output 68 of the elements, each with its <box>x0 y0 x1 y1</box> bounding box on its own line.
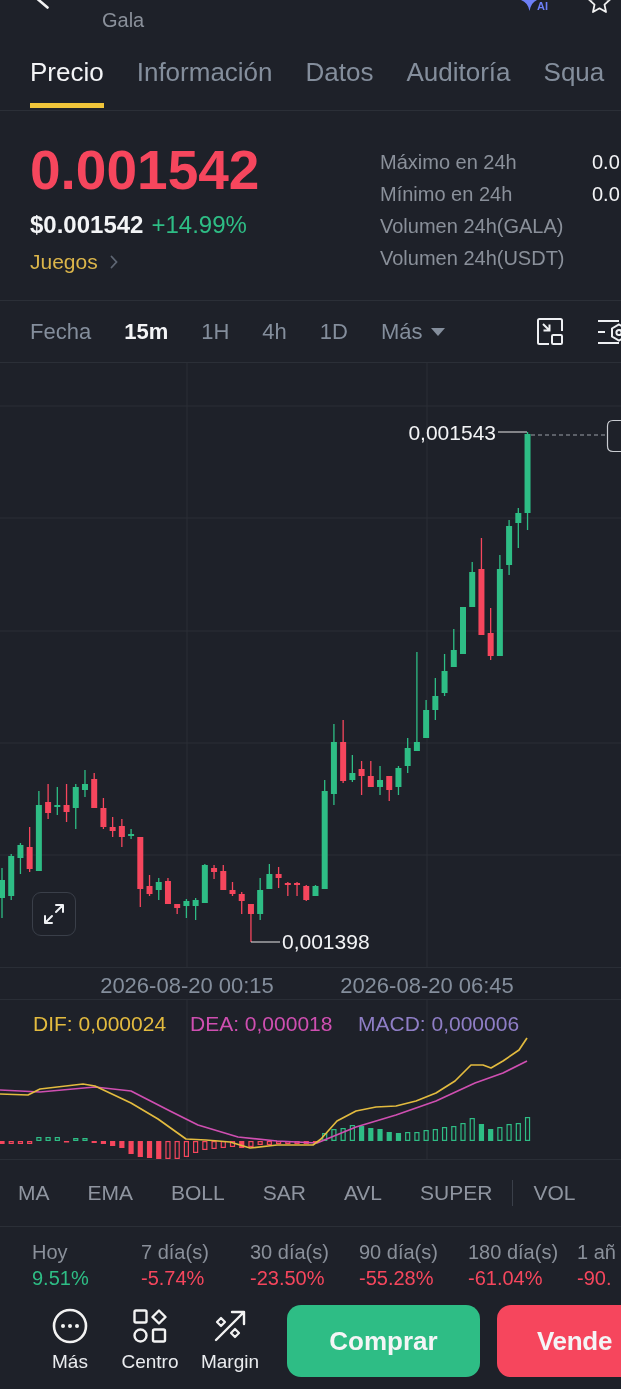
stat-value: 0.0 <box>592 150 620 174</box>
sparkle-icon <box>521 0 537 11</box>
period-change: -5.74% <box>141 1266 205 1290</box>
high-price-label: 0,001543 <box>408 421 496 444</box>
settings-icon[interactable] <box>597 318 621 345</box>
tab[interactable]: Squa <box>543 50 605 108</box>
period-label: 90 día(s) <box>359 1240 438 1264</box>
indicator-tab[interactable]: SAR <box>262 1180 306 1206</box>
interval-tab[interactable]: 4h <box>262 317 287 346</box>
tab[interactable]: Información <box>136 50 273 108</box>
interval-tab[interactable]: 1H <box>201 317 230 346</box>
picture-in-picture-icon[interactable] <box>537 318 563 345</box>
toolbar-button[interactable]: Centro <box>115 1308 185 1373</box>
more-icon <box>52 1308 88 1344</box>
time-axis-label: 2026-08-20 06:45 <box>340 973 514 998</box>
current-price-tag <box>606 419 621 453</box>
shapes-icon <box>133 1308 167 1344</box>
star-icon[interactable] <box>587 0 612 13</box>
indicator-tab[interactable]: MA <box>18 1180 50 1206</box>
percent-arrow-icon <box>213 1308 247 1344</box>
back-icon[interactable] <box>36 0 50 9</box>
period-change: -90. <box>577 1266 612 1290</box>
high-price-leader <box>497 431 528 433</box>
tab[interactable]: Auditoría <box>406 50 511 108</box>
low-price-label: 0,001398 <box>282 930 370 953</box>
period-change: -55.28% <box>359 1266 434 1290</box>
period-label: 30 día(s) <box>250 1240 329 1264</box>
indicator-legend-label: MACD: 0,000006 <box>358 1012 520 1035</box>
period-label: Hoy <box>32 1240 68 1264</box>
indicator-legend-label: DEA: 0,000018 <box>190 1012 333 1035</box>
price-change: +14.99% <box>151 210 247 240</box>
stat-label: Máximo en 24h <box>380 150 517 174</box>
ai-assistant-button[interactable]: AI <box>521 0 548 12</box>
period-change: -61.04% <box>468 1266 543 1290</box>
stat-label: Volumen 24h(GALA) <box>380 214 564 238</box>
stat-label: Mínimo en 24h <box>380 182 513 206</box>
indicator-legend-label: DIF: 0,000024 <box>33 1012 167 1035</box>
fullscreen-button[interactable] <box>32 892 76 936</box>
period-label: 180 día(s) <box>468 1240 559 1264</box>
period-change: 9.51% <box>32 1266 89 1290</box>
toolbar-button[interactable]: Más <box>35 1308 105 1373</box>
low-price-leader <box>250 941 281 943</box>
indicator-tab[interactable]: VOL <box>533 1180 576 1206</box>
stat-label: Volumen 24h(USDT) <box>380 246 565 270</box>
interval-tab[interactable]: Más <box>380 317 445 346</box>
tab[interactable]: Precio <box>30 50 104 108</box>
last-price: 0.001542 <box>30 140 260 200</box>
sell-button[interactable]: Vende <box>497 1305 621 1377</box>
indicator-tab[interactable]: SUPER <box>420 1180 493 1206</box>
interval-tab[interactable]: Fecha <box>30 317 92 346</box>
period-label: 1 añ <box>577 1240 616 1264</box>
period-change: -23.50% <box>250 1266 325 1290</box>
usd-price: $0.001542 <box>30 210 144 240</box>
indicator-tab[interactable]: EMA <box>87 1180 133 1206</box>
time-axis-label: 2026-08-20 00:15 <box>100 973 274 998</box>
toolbar-button[interactable]: Margin <box>195 1308 265 1373</box>
period-label: 7 día(s) <box>141 1240 209 1264</box>
chevron-right-icon <box>109 255 118 269</box>
expand-icon <box>42 902 66 926</box>
interval-tab[interactable]: 15m <box>124 317 169 346</box>
stat-value: 0.0 <box>592 182 620 206</box>
tab[interactable]: Datos <box>305 50 374 108</box>
caret-down-icon <box>430 327 445 336</box>
pair-subtitle: Gala <box>102 8 145 32</box>
interval-tab[interactable]: 1D <box>319 317 348 346</box>
indicator-tab[interactable]: BOLL <box>171 1180 225 1206</box>
indicator-tab[interactable]: AVL <box>343 1180 383 1206</box>
category-link[interactable]: Juegos <box>30 248 118 276</box>
